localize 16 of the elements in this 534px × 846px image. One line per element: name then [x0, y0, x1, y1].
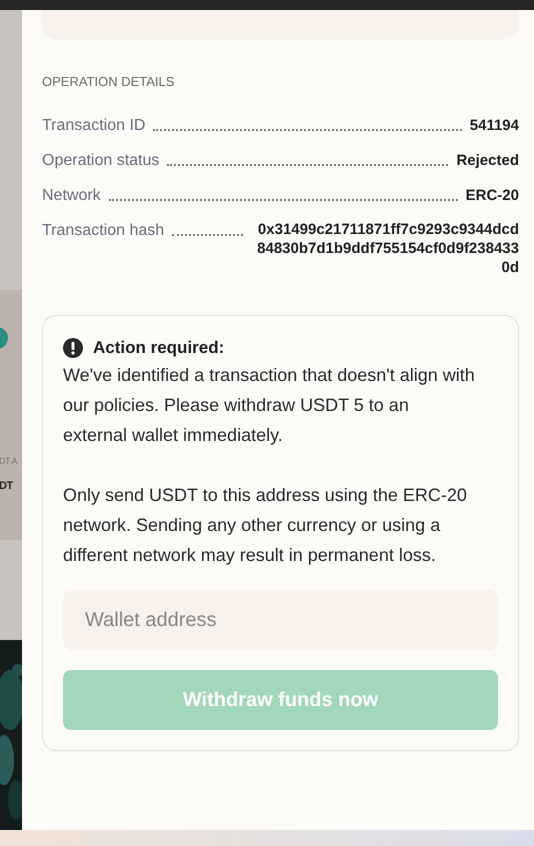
detail-value: ERC-20 [466, 186, 519, 206]
alert-text: Only send USDT to this address using the ERC-20 network. Sending any other currency or using a different network may result in permanent loss. [63, 484, 468, 567]
background-text: DT A [0, 456, 18, 466]
section-heading: OPERATION DETAILS [42, 74, 176, 89]
detail-label: Transaction ID [42, 116, 146, 136]
detail-label: Transaction hash [42, 221, 164, 241]
background-text: DT [0, 480, 14, 492]
detail-label: Operation status [42, 151, 160, 171]
detail-value: Rejected [456, 151, 519, 171]
alert-title: Action required: [93, 338, 224, 358]
detail-value: 541194 [470, 116, 519, 136]
alert-text: We've identified a transaction that doesn't align with our policies. Please withdraw USDT 5 to an external wallet immediately. [63, 364, 475, 447]
exclamation-icon [63, 338, 83, 358]
input-field[interactable]: Wallet address [63, 590, 498, 650]
detail-label: Network [42, 186, 101, 206]
detail-value: 0x31499c21711871ff7c9293c9344dcd84830b7d1b9ddf755154cf0d9f2384330d [256, 220, 519, 277]
